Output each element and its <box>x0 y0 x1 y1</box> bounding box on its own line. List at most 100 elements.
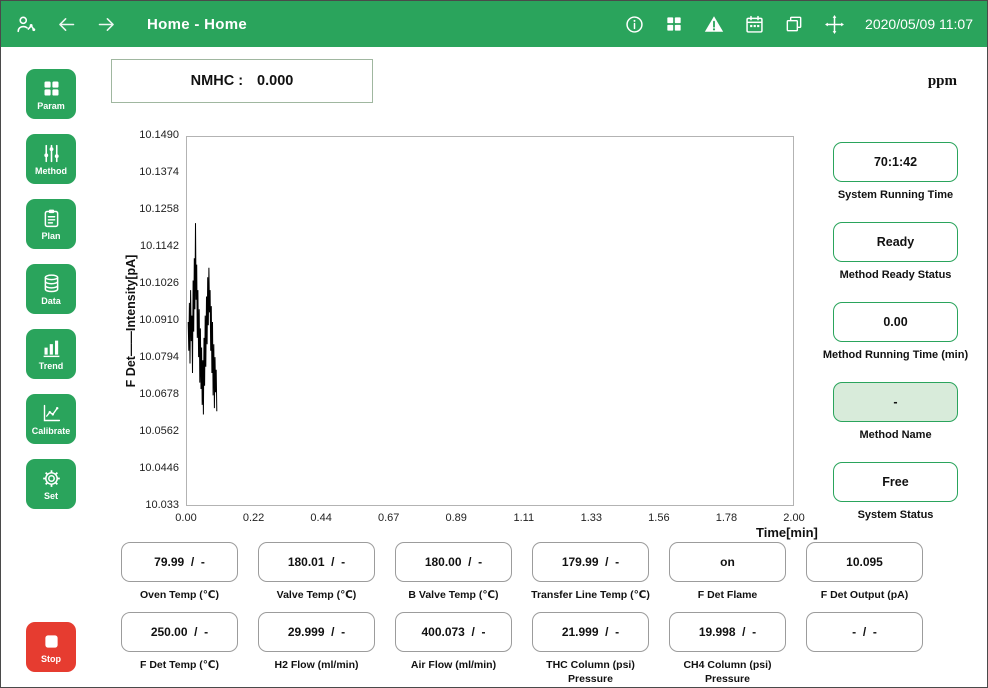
windows-overlap-icon[interactable] <box>783 13 805 35</box>
valve-temp-label: Valve Temp (℃) <box>277 589 357 602</box>
y-tick-label: 10.0678 <box>139 388 179 400</box>
y-tick-label: 10.1258 <box>139 203 179 215</box>
calendar-icon[interactable] <box>743 13 765 35</box>
sidebar-item-label: Calibrate <box>32 427 71 436</box>
x-axis-ticks: 0.000.220.440.670.891.111.331.561.782.00 <box>186 512 794 526</box>
datetime-label: 2020/05/09 11:07 <box>865 16 973 32</box>
info-icon[interactable] <box>623 13 645 35</box>
f-det-temp-value: 250.00 / - <box>121 612 238 652</box>
x-tick-label: 0.89 <box>446 512 467 524</box>
warning-icon[interactable] <box>703 13 725 35</box>
air-flow-cell: 400.073 / - Air Flow (ml/min) <box>395 612 512 686</box>
x-tick-label: 0.44 <box>310 512 331 524</box>
transfer-line-temp-value: 179.99 / - <box>532 542 649 582</box>
signal-trace <box>188 223 217 414</box>
system-running-time-value: 70:1:42 <box>833 142 958 182</box>
b-valve-temp-cell: 180.00 / - B Valve Temp (℃) <box>395 542 512 602</box>
stop-button[interactable]: Stop <box>26 622 76 672</box>
nmhc-value: 0.000 <box>257 73 293 89</box>
spare-value: - / - <box>806 612 923 652</box>
bottom-row-2: 250.00 / - F Det Temp (℃) 29.999 / - H2 … <box>121 612 923 686</box>
f-det-output-cell: 10.095 F Det Output (pA) <box>806 542 923 602</box>
y-tick-label: 10.033 <box>145 499 179 511</box>
sidebar-item-data[interactable]: Data <box>26 264 76 314</box>
method-ready-status-value: Ready <box>833 222 958 262</box>
unit-label: ppm <box>928 73 957 90</box>
h2-flow-value: 29.999 / - <box>258 612 375 652</box>
method-ready-status-label: Method Ready Status <box>840 269 952 281</box>
move-cross-icon[interactable] <box>823 13 845 35</box>
method-running-time-label: Method Running Time (min) <box>823 349 968 361</box>
thc-column-pressure-value: 21.999 / - <box>532 612 649 652</box>
f-det-output-value: 10.095 <box>806 542 923 582</box>
h2-flow-cell: 29.999 / - H2 Flow (ml/min) <box>258 612 375 686</box>
sidebar-item-label: Plan <box>41 232 60 241</box>
sidebar-item-label: Param <box>37 102 65 111</box>
clipboard-icon <box>41 208 62 229</box>
grid-icon <box>41 78 62 99</box>
y-tick-label: 10.0446 <box>139 462 179 474</box>
x-tick-label: 1.78 <box>716 512 737 524</box>
x-tick-label: 0.22 <box>243 512 264 524</box>
forward-arrow-button[interactable] <box>95 13 117 35</box>
back-arrow-button[interactable] <box>55 13 77 35</box>
transfer-line-temp-cell: 179.99 / - Transfer Line Temp (℃) <box>532 542 649 602</box>
grid-apps-icon[interactable] <box>663 13 685 35</box>
main-content: NMHC : 0.000 ppm F Det——Intensity[pA] 10… <box>101 47 987 687</box>
ch4-column-pressure-value: 19.998 / - <box>669 612 786 652</box>
system-status-value: Free <box>833 462 958 502</box>
sidebar-item-calibrate[interactable]: Calibrate <box>26 394 76 444</box>
b-valve-temp-label: B Valve Temp (℃) <box>408 589 498 602</box>
status-group-method-running-time: 0.00 Method Running Time (min) <box>833 302 958 361</box>
x-axis-title: Time[min] <box>756 525 818 540</box>
stop-button-label: Stop <box>41 655 61 664</box>
spare-value-cell: - / - <box>806 612 923 686</box>
air-flow-value: 400.073 / - <box>395 612 512 652</box>
x-tick-label: 1.33 <box>581 512 602 524</box>
sidebar-item-method[interactable]: Method <box>26 134 76 184</box>
gear-icon <box>41 468 62 489</box>
f-det-flame-cell: on F Det Flame <box>669 542 786 602</box>
thc-column-pressure-cell: 21.999 / - THC Column (psi) Pressure <box>532 612 649 686</box>
thc-column-pressure-label-2: Pressure <box>568 673 613 686</box>
f-det-flame-value: on <box>669 542 786 582</box>
y-tick-label: 10.1374 <box>139 166 179 178</box>
transfer-line-temp-label: Transfer Line Temp (℃) <box>531 589 650 602</box>
page-title: Home - Home <box>147 16 247 33</box>
stop-square-icon <box>41 631 62 652</box>
sidebar-item-trend[interactable]: Trend <box>26 329 76 379</box>
bottom-row-1: 79.99 / - Oven Temp (℃) 180.01 / - Valve… <box>121 542 923 602</box>
y-tick-label: 10.0794 <box>139 351 179 363</box>
x-tick-label: 0.67 <box>378 512 399 524</box>
valve-temp-cell: 180.01 / - Valve Temp (℃) <box>258 542 375 602</box>
status-group-system-running-time: 70:1:42 System Running Time <box>833 142 958 201</box>
sidebar-item-label: Method <box>35 167 67 176</box>
top-bar-right: 2020/05/09 11:07 <box>623 13 973 35</box>
chart-plot-area <box>186 136 794 506</box>
y-tick-label: 10.1026 <box>139 277 179 289</box>
user-icon[interactable] <box>15 13 37 35</box>
f-det-output-label: F Det Output (pA) <box>821 589 908 602</box>
x-tick-label: 1.11 <box>513 512 534 524</box>
sidebar-item-plan[interactable]: Plan <box>26 199 76 249</box>
y-tick-label: 10.0562 <box>139 425 179 437</box>
thc-column-pressure-label: THC Column (psi) <box>546 659 635 672</box>
y-tick-label: 10.1490 <box>139 129 179 141</box>
top-bar: Home - Home <box>1 1 987 47</box>
ch4-column-pressure-label-2: Pressure <box>705 673 750 686</box>
status-group-method-name: - Method Name <box>833 382 958 441</box>
valve-temp-value: 180.01 / - <box>258 542 375 582</box>
app-window: Home - Home <box>0 0 988 688</box>
calibrate-chart-icon <box>41 403 62 424</box>
y-tick-label: 10.0910 <box>139 314 179 326</box>
sidebar-item-param[interactable]: Param <box>26 69 76 119</box>
sidebar-item-set[interactable]: Set <box>26 459 76 509</box>
f-det-temp-label: F Det Temp (℃) <box>140 659 219 672</box>
sidebar-item-label: Set <box>44 492 58 501</box>
system-running-time-label: System Running Time <box>838 189 953 201</box>
oven-temp-value: 79.99 / - <box>121 542 238 582</box>
chart-canvas <box>187 137 795 507</box>
sidebar-item-label: Trend <box>39 362 64 371</box>
oven-temp-label: Oven Temp (℃) <box>140 589 219 602</box>
status-group-system-status: Free System Status <box>833 462 958 521</box>
